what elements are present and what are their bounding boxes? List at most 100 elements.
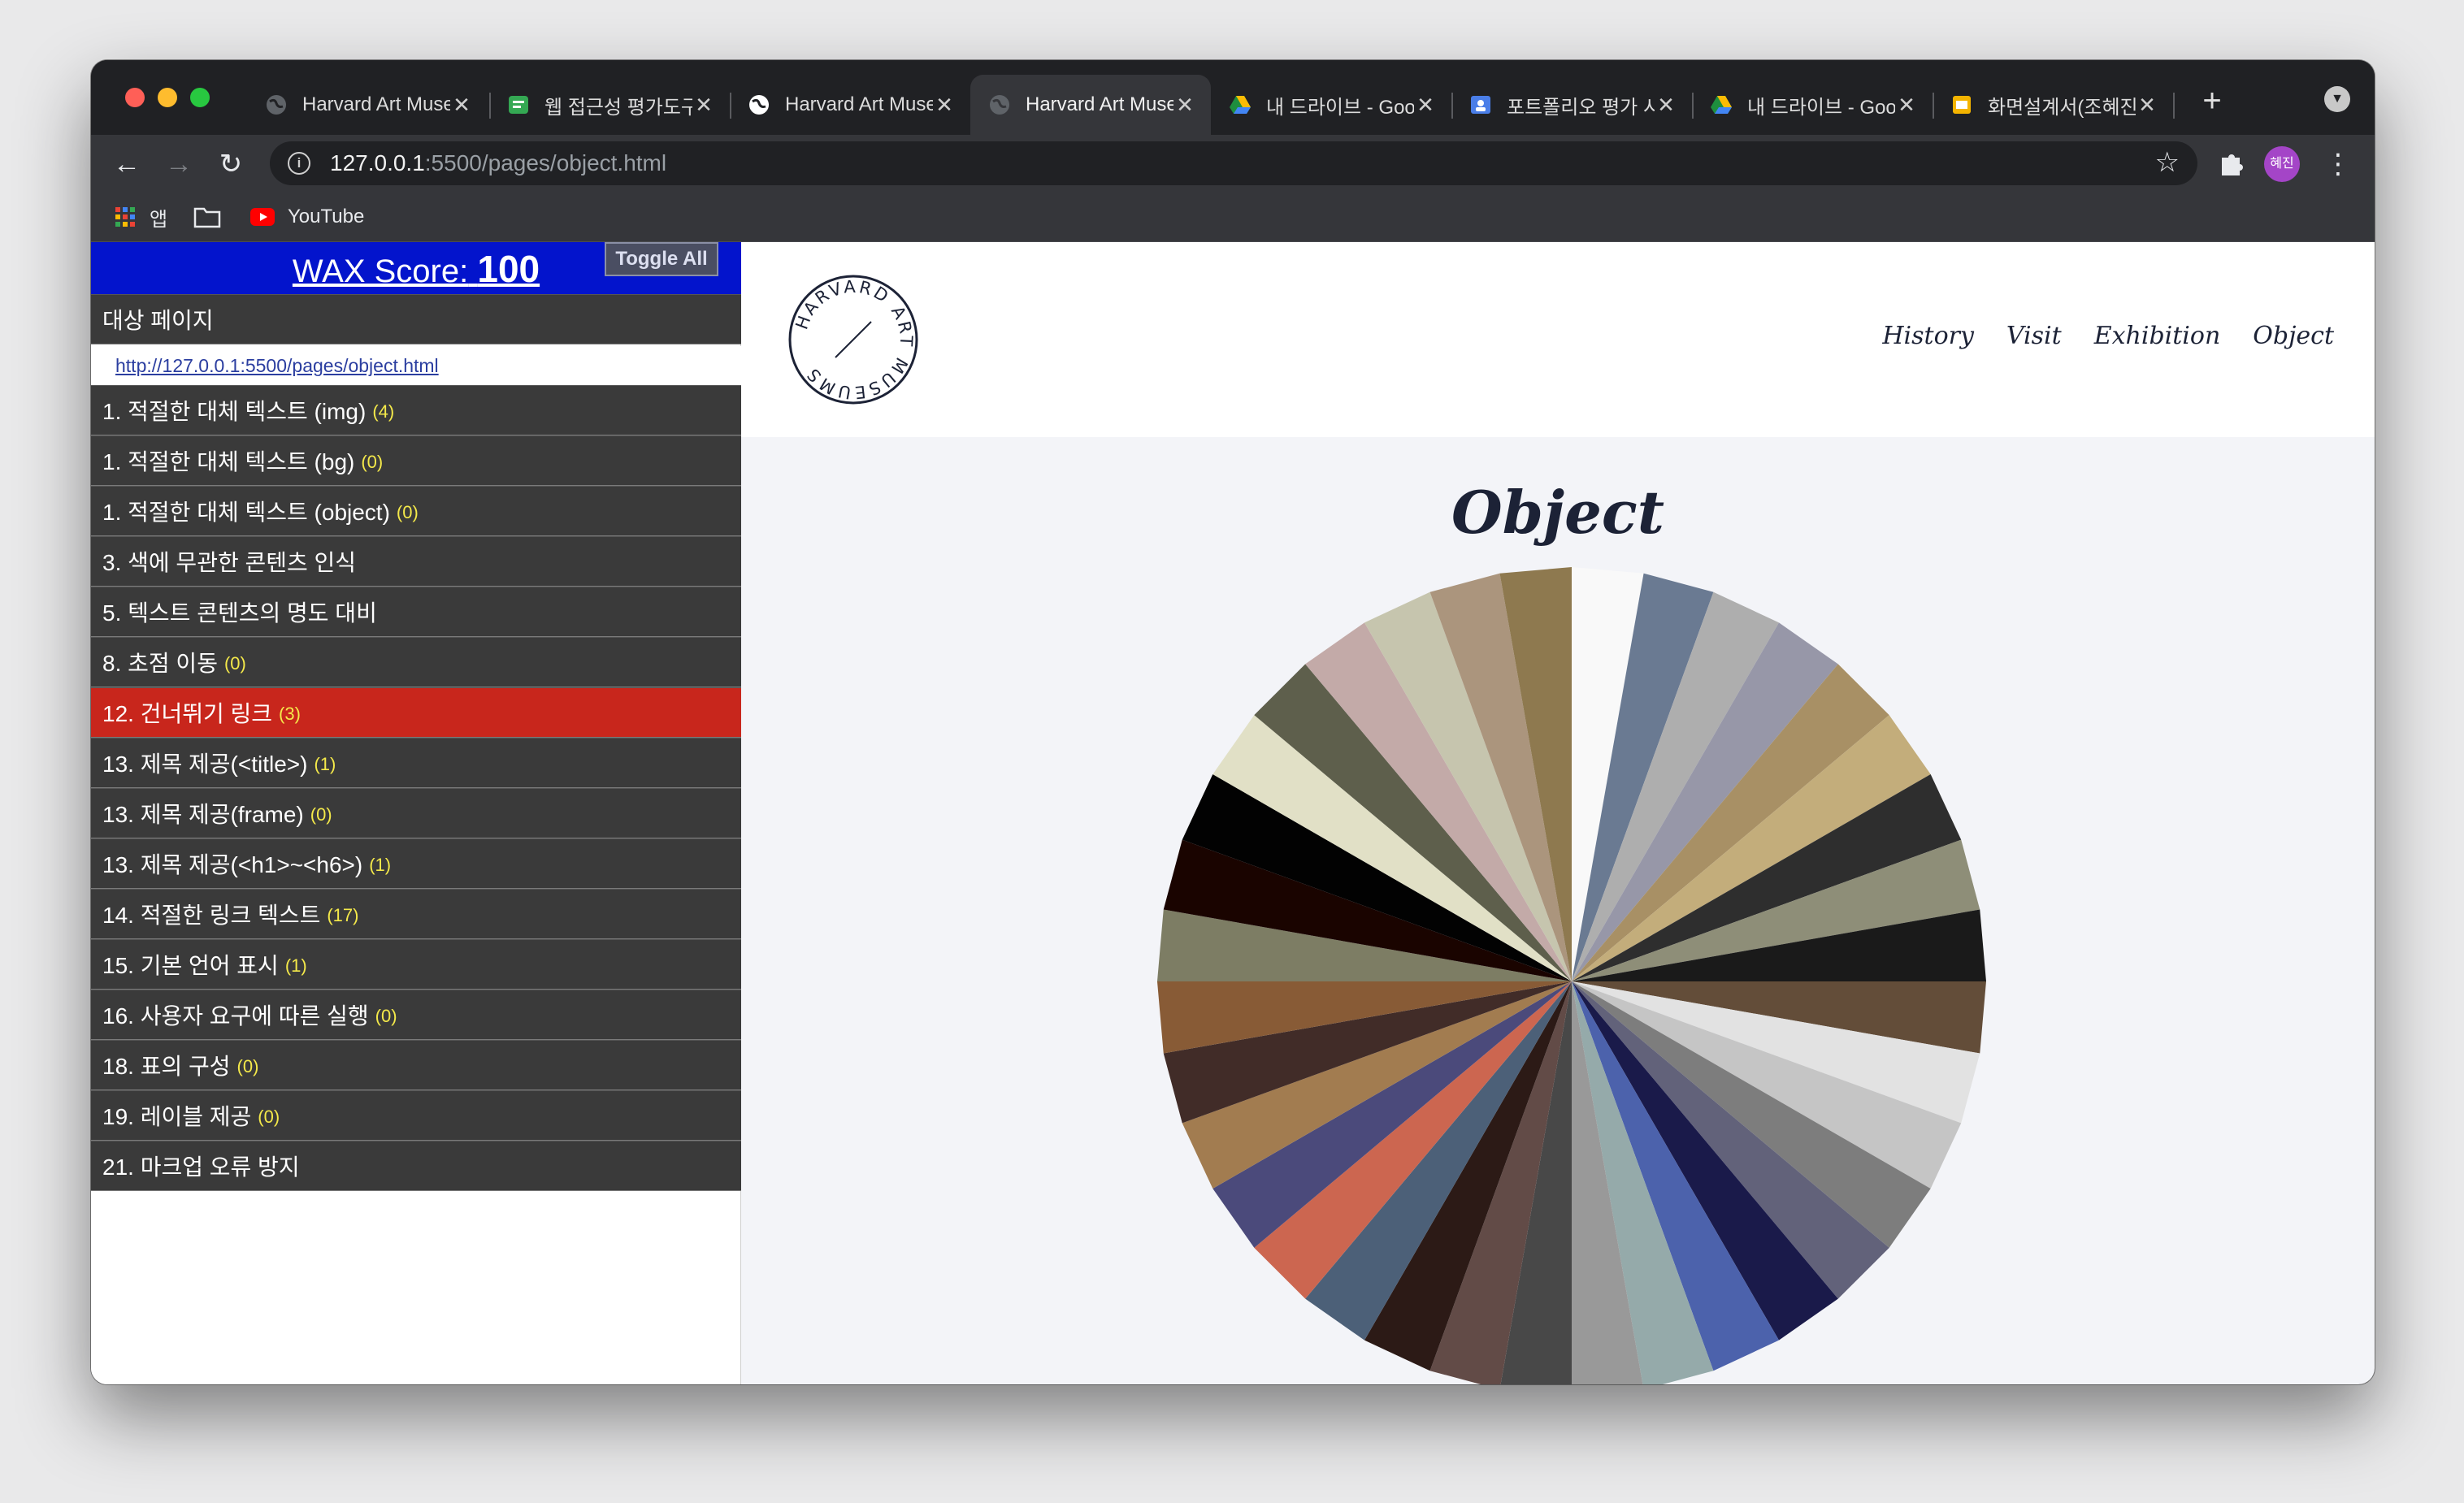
wax-check-label: 19. 레이블 제공: [102, 1104, 252, 1129]
bookmark-star-icon[interactable]: ☆: [2155, 146, 2180, 179]
wax-score-label: WAX Score:: [292, 253, 469, 289]
tab-title: 웹 접근성 평가도구: [544, 96, 692, 119]
wax-panel: WAX Score: 100 Toggle All 대상 페이지 http://…: [91, 242, 741, 1384]
url-path: :5500/pages/object.html: [424, 150, 667, 175]
target-url-link[interactable]: http://127.0.0.1:5500/pages/object.html: [115, 355, 439, 377]
wax-check-count: (0): [258, 1107, 280, 1127]
wax-check-item[interactable]: 13. 제목 제공(<title>) (1): [91, 738, 741, 788]
wax-check-item[interactable]: 16. 사용자 요구에 따른 실행 (0): [91, 990, 741, 1040]
wax-check-count: (1): [284, 955, 307, 976]
wax-check-item[interactable]: 15. 기본 언어 표시 (1): [91, 939, 741, 990]
tab-portfolio[interactable]: 포트폴리오 평가 시트 ✕: [1451, 75, 1692, 135]
wax-check-count: (0): [361, 452, 384, 472]
wax-check-item[interactable]: 18. 표의 구성 (0): [91, 1040, 741, 1090]
close-tab-icon[interactable]: ✕: [1414, 93, 1437, 118]
nav-visit[interactable]: Visit: [2006, 322, 2062, 350]
wax-check-count: (0): [223, 653, 246, 674]
address-bar[interactable]: i 127.0.0.1:5500/pages/object.html ☆: [270, 141, 2197, 185]
tab-drive-1[interactable]: 내 드라이브 - Google Drive ✕: [1211, 75, 1451, 135]
apps-grid-icon: [114, 206, 137, 228]
wax-check-item[interactable]: 5. 텍스트 콘텐츠의 명도 대비: [91, 587, 741, 637]
tab-strip: Harvard Art Museums ✕ 웹 접근성 평가도구 ✕ Harva…: [91, 60, 2375, 135]
wax-check-item[interactable]: 21. 마크업 오류 방지: [91, 1141, 741, 1191]
extensions-puzzle-icon[interactable]: [2214, 146, 2249, 182]
close-tab-icon[interactable]: ✕: [450, 93, 473, 118]
toggle-all-button[interactable]: Toggle All: [605, 242, 718, 276]
classroom-icon: [1469, 93, 1492, 116]
globe-icon: [748, 93, 770, 116]
close-tab-icon[interactable]: ✕: [692, 93, 715, 118]
wax-score-value: 100: [477, 248, 540, 290]
wax-target-label: 대상 페이지: [102, 308, 214, 333]
close-tab-icon[interactable]: ✕: [1173, 93, 1196, 118]
wax-check-item[interactable]: 3. 색에 무관한 콘텐츠 인식: [91, 536, 741, 587]
close-window-button[interactable]: [125, 88, 145, 107]
slides-icon: [1950, 93, 1973, 116]
harvard-logo[interactable]: HARVARD ART MUSEUMS: [787, 273, 920, 406]
wax-check-item[interactable]: 8. 초점 이동 (0): [91, 637, 741, 687]
globe-icon: [988, 93, 1011, 116]
wax-check-label: 13. 제목 제공(<h1>~<h6>): [102, 852, 363, 877]
browser-window: Harvard Art Museums ✕ 웹 접근성 평가도구 ✕ Harva…: [91, 60, 2375, 1384]
wax-check-item[interactable]: 14. 적절한 링크 텍스트 (17): [91, 889, 741, 939]
wax-check-item[interactable]: 1. 적절한 대체 텍스트 (img) (4): [91, 385, 741, 435]
wax-check-item[interactable]: 13. 제목 제공(<h1>~<h6>) (1): [91, 838, 741, 889]
reload-icon[interactable]: ↻: [213, 146, 249, 182]
tab-title: Harvard Art Museums: [1026, 93, 1173, 115]
nav-object[interactable]: Object: [2253, 322, 2334, 350]
close-tab-icon[interactable]: ✕: [1895, 93, 1918, 118]
tab-drive-2[interactable]: 내 드라이브 - Google Drive ✕: [1692, 75, 1933, 135]
browser-toolbar: ← → ↻ i 127.0.0.1:5500/pages/object.html…: [91, 135, 2375, 192]
wax-check-label: 13. 제목 제공(<title>): [102, 752, 308, 777]
wax-check-label: 18. 표의 구성: [102, 1054, 231, 1079]
close-tab-icon[interactable]: ✕: [1655, 93, 1677, 118]
forward-arrow-icon[interactable]: →: [161, 146, 197, 182]
tab-slides[interactable]: 화면설계서(조혜진) ✕: [1933, 75, 2173, 135]
wax-check-count: (0): [396, 502, 419, 522]
wax-target-url: http://127.0.0.1:5500/pages/object.html: [91, 346, 741, 385]
wax-check-count: (4): [372, 401, 395, 422]
wax-check-count: (3): [279, 704, 301, 724]
folder-icon: [193, 206, 221, 228]
zoom-window-button[interactable]: [190, 88, 210, 107]
wax-check-item[interactable]: 12. 건너뛰기 링크 (3): [91, 687, 741, 738]
wax-check-item[interactable]: 1. 적절한 대체 텍스트 (bg) (0): [91, 435, 741, 486]
tab-title: 포트폴리오 평가 시트: [1507, 96, 1655, 119]
main-nav: History Visit Exhibition Object: [1882, 322, 2334, 350]
close-tab-icon[interactable]: ✕: [2136, 93, 2158, 118]
wax-check-label: 1. 적절한 대체 텍스트 (object): [102, 500, 390, 525]
wax-check-item[interactable]: 1. 적절한 대체 텍스트 (object) (0): [91, 486, 741, 536]
tab-harvard-active[interactable]: Harvard Art Museums ✕: [970, 75, 1211, 135]
nav-history[interactable]: History: [1882, 322, 1974, 350]
page-viewport: WAX Score: 100 Toggle All 대상 페이지 http://…: [91, 242, 2375, 1384]
wax-check-item[interactable]: 19. 레이블 제공 (0): [91, 1090, 741, 1141]
bookmark-apps[interactable]: 앱: [114, 201, 167, 232]
wax-check-label: 5. 텍스트 콘텐츠의 명도 대비: [102, 600, 377, 626]
close-tab-icon[interactable]: ✕: [933, 93, 956, 118]
minimize-window-button[interactable]: [158, 88, 177, 107]
tab-wax-tool[interactable]: 웹 접근성 평가도구 ✕: [489, 75, 730, 135]
tab-title: 내 드라이브 - Google Drive: [1266, 96, 1414, 119]
wax-check-item[interactable]: 13. 제목 제공(frame) (0): [91, 788, 741, 838]
drive-icon: [1229, 93, 1252, 116]
tab-search-icon[interactable]: ▼: [2324, 86, 2350, 112]
drive-icon: [1710, 93, 1733, 116]
bookmark-youtube[interactable]: YouTube: [250, 201, 364, 232]
url-host: 127.0.0.1: [330, 150, 425, 175]
tab-harvard-2[interactable]: Harvard Art Museums ✕: [730, 75, 970, 135]
wax-check-label: 21. 마크업 오류 방지: [102, 1154, 300, 1180]
bookmark-folder[interactable]: [193, 201, 234, 232]
site-info-icon[interactable]: i: [288, 152, 310, 175]
wax-check-label: 13. 제목 제공(frame): [102, 802, 304, 827]
wax-check-count: (1): [369, 855, 392, 875]
wax-check-count: (17): [327, 905, 359, 925]
new-tab-button[interactable]: +: [2194, 83, 2230, 119]
browser-menu-icon[interactable]: ⋮: [2324, 146, 2352, 182]
site-header: HARVARD ART MUSEUMS History Visit Exhibi…: [741, 242, 2375, 437]
wax-target-page-label: 대상 페이지: [91, 294, 741, 344]
nav-exhibition[interactable]: Exhibition: [2094, 322, 2221, 350]
back-arrow-icon[interactable]: ←: [109, 146, 145, 182]
bookmark-label: 앱: [150, 208, 168, 231]
profile-avatar[interactable]: 혜진: [2264, 146, 2300, 182]
tab-harvard-1[interactable]: Harvard Art Museums ✕: [247, 75, 488, 135]
